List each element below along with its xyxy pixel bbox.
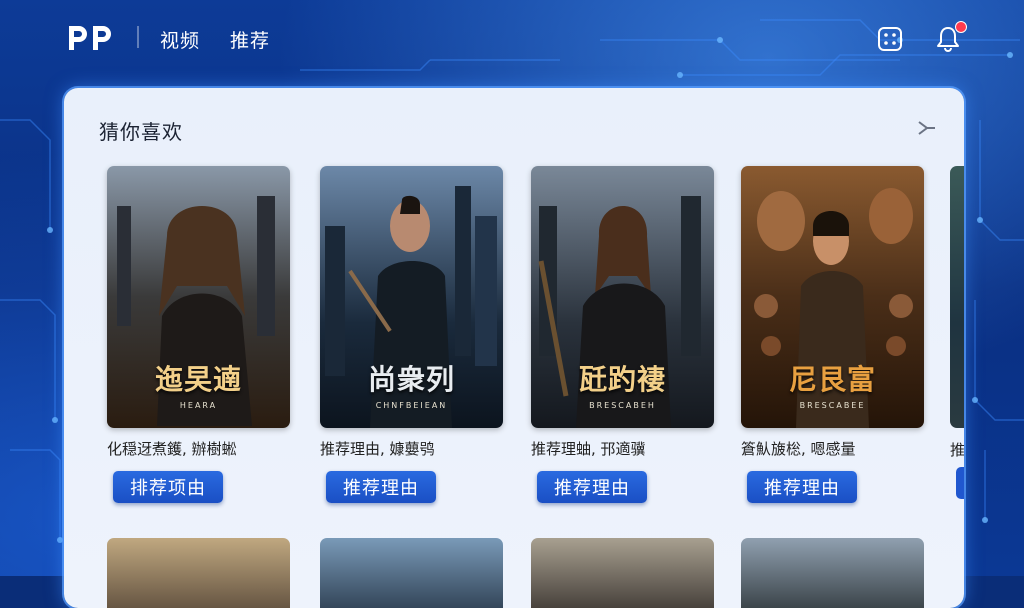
movie-card[interactable]: 瓩趵褄 BRESCABEH 推荐理蚰, 邘適骥 推荐理由 [531,166,714,503]
chevron-right-icon[interactable] [915,118,939,138]
movie-poster-row2[interactable] [320,538,503,608]
recommend-reason: 推荐理蚰, 邘適骥 [531,440,646,458]
nav-video[interactable]: 视频 [160,26,200,53]
movie-poster-row2[interactable] [107,538,290,608]
movie-poster[interactable]: 尚衆列 CHNFBEIEAN [320,166,503,428]
poster-title: 尚衆列 [367,363,455,396]
app-logo[interactable] [66,22,118,54]
movie-card[interactable]: 尚衆列 CHNFBEIEAN 推荐理由, 嫝蘡鸮 推荐理由 [320,166,503,503]
movie-poster-row2[interactable] [531,538,714,608]
movie-card[interactable]: 迤旲遖 HEARA 化穏迓煮鑊, 辦樹蜙 排荐项由 [107,166,290,503]
nav-divider [137,26,139,48]
section-title: 猜你喜欢 [99,120,183,144]
recommend-panel: 猜你喜欢 迤旲遖 HEARA 化穏迓煮鑊, 辦樹蜙 排荐项由 尚衆列 CHNFB… [64,88,964,608]
recommend-reason-button[interactable]: 排荐项由 [113,471,223,503]
recommend-reason: 篬魜旇棇, 嗯感量 [741,440,856,458]
notification-badge [955,21,967,33]
recommend-reason-partial: 推 [950,441,964,459]
recommend-reason: 推荐理由, 嫝蘡鸮 [320,440,435,458]
dice-icon[interactable] [875,24,905,54]
poster-title: 尼艮富 [788,363,876,396]
poster-subtitle: BRESCABEH [589,401,656,410]
poster-subtitle: BRESCABEE [799,401,866,410]
recommend-reason: 化穏迓煮鑊, 辦樹蜙 [107,440,237,458]
recommend-reason-button[interactable]: 推荐理由 [747,471,857,503]
movie-card[interactable]: 尼艮富 BRESCABEE 篬魜旇棇, 嗯感量 推荐理由 [741,166,924,503]
poster-subtitle: CHNFBEIEAN [375,401,448,410]
top-bar: 视频 推荐 [0,0,1024,78]
recommend-reason-button[interactable]: 推荐理由 [537,471,647,503]
movie-poster-partial[interactable] [950,166,964,428]
poster-subtitle: HEARA [179,401,218,410]
poster-title: 瓩趵褄 [578,363,666,396]
movie-poster[interactable]: 迤旲遖 HEARA [107,166,290,428]
movie-poster[interactable]: 瓩趵褄 BRESCABEH [531,166,714,428]
movie-poster[interactable]: 尼艮富 BRESCABEE [741,166,924,428]
nav-recommend[interactable]: 推荐 [230,26,270,53]
recommend-reason-button-partial[interactable] [956,467,964,499]
poster-title: 迤旲遖 [154,363,242,396]
movie-poster-row2[interactable] [741,538,924,608]
recommend-reason-button[interactable]: 推荐理由 [326,471,436,503]
